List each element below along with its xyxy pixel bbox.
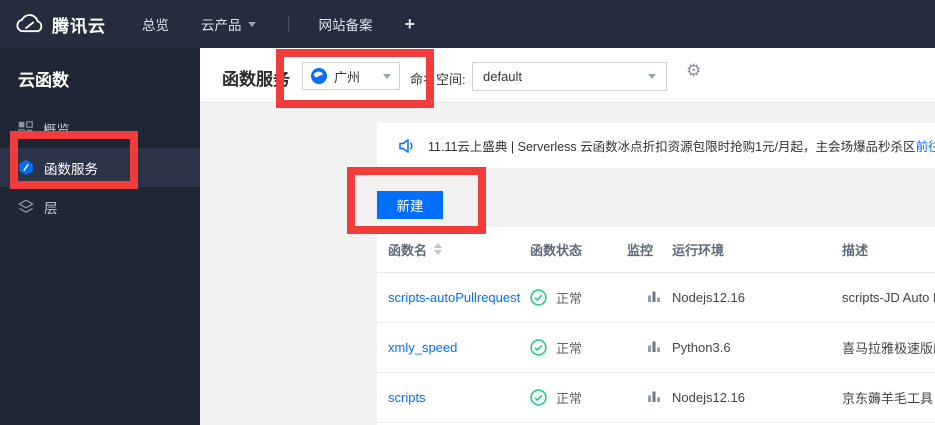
nav-item-website-record[interactable]: 网站备案: [319, 14, 373, 34]
table-row: scripts-autoPullrequest 正常 Nodejs12.16 s…: [377, 272, 935, 323]
table-row: xmly_speed 正常 Python3.6 喜马拉雅极速版: [377, 322, 935, 373]
description-value: scripts-JD Auto Pull: [842, 272, 935, 323]
sidebar-item-layers[interactable]: 层: [0, 187, 200, 226]
table-row: scripts 正常 Nodejs12.16 京东薅羊毛工具: [377, 372, 935, 423]
check-circle-icon: [530, 338, 547, 356]
promo-notice-bar: 11.11云上盛典 | Serverless 云函数冰点折扣资源包限时抢购1元/…: [377, 123, 935, 168]
nav-divider: [287, 15, 289, 33]
notice-go-link[interactable]: 前往: [916, 136, 935, 155]
add-tab-button[interactable]: +: [405, 14, 416, 35]
table-header-row: 函数名 函数状态 监控 运行环境 描述: [377, 227, 935, 273]
sort-icon[interactable]: [434, 243, 443, 256]
monitor-chart-icon[interactable]: [647, 339, 661, 353]
nav-item-cloud-products[interactable]: 云产品: [201, 14, 256, 34]
check-circle-icon: [530, 288, 547, 306]
namespace-label: 命名空间:: [410, 72, 466, 87]
gear-icon[interactable]: ⚙: [686, 61, 701, 81]
region-selector[interactable]: 广州: [302, 62, 400, 90]
col-description: 描述: [842, 227, 935, 273]
function-name-link[interactable]: xmly_speed: [388, 340, 457, 355]
runtime-value: Nodejs12.16: [672, 372, 842, 423]
col-function-name: 函数名: [388, 242, 428, 258]
monitor-chart-icon[interactable]: [647, 289, 661, 303]
col-runtime: 运行环境: [672, 227, 842, 273]
sidebar-item-overview[interactable]: 概览: [0, 109, 200, 148]
col-monitor: 监控: [627, 227, 672, 273]
chevron-down-icon: [383, 73, 391, 79]
globe-icon: [311, 68, 327, 84]
nav-item-overview[interactable]: 总览: [142, 14, 169, 34]
chevron-down-icon: [247, 21, 256, 27]
tencent-cloud-logo[interactable]: 腾讯云: [14, 12, 106, 37]
status-badge: 正常: [530, 388, 627, 407]
cloud-logo-icon: [14, 13, 44, 35]
scf-hexagon-icon: [18, 159, 34, 176]
function-table-card: 函数名 函数状态 监控 运行环境 描述 scripts-autoPullrequ…: [377, 227, 935, 425]
sidebar-item-function-service[interactable]: 函数服务: [0, 148, 200, 187]
page-header: 函数服务 广州 命名空间: default ⚙: [200, 48, 935, 103]
notice-text: 11.11云上盛典 | Serverless 云函数冰点折扣资源包限时抢购1元/…: [428, 140, 916, 154]
runtime-value: Python3.6: [672, 322, 842, 373]
function-table: 函数名 函数状态 监控 运行环境 描述 scripts-autoPullrequ…: [377, 227, 935, 423]
status-badge: 正常: [530, 338, 627, 357]
layers-icon: [18, 199, 34, 214]
sidebar-menu: 概览 函数服务 层: [0, 109, 200, 226]
grid-icon: [18, 121, 33, 136]
monitor-chart-icon[interactable]: [647, 389, 661, 403]
function-name-link[interactable]: scripts-autoPullrequest: [388, 290, 520, 305]
page-title: 函数服务: [222, 70, 290, 89]
namespace-selector[interactable]: default: [472, 62, 667, 91]
sidebar: 云函数 概览 函数服务 层: [0, 48, 200, 425]
runtime-value: Nodejs12.16: [672, 272, 842, 323]
main-content: 11.11云上盛典 | Serverless 云函数冰点折扣资源包限时抢购1元/…: [200, 104, 935, 425]
create-function-button[interactable]: 新建: [377, 191, 443, 219]
description-value: 京东薅羊毛工具: [842, 372, 935, 423]
topbar: 腾讯云 总览 云产品 网站备案 +: [0, 0, 935, 48]
col-function-status: 函数状态: [530, 227, 627, 273]
check-circle-icon: [530, 388, 547, 406]
chevron-down-icon: [648, 74, 656, 79]
plus-icon: +: [404, 13, 416, 34]
status-badge: 正常: [530, 288, 627, 307]
function-name-link[interactable]: scripts: [388, 390, 426, 405]
brand-name: 腾讯云: [52, 16, 106, 36]
region-label: 广州: [334, 69, 361, 85]
sidebar-title: 云函数: [18, 71, 69, 90]
description-value: 喜马拉雅极速版刷: [842, 322, 935, 373]
top-navigation: 总览 云产品 网站备案 +: [142, 14, 447, 35]
namespace-value: default: [483, 69, 523, 84]
announcement-horn-icon: [398, 138, 416, 154]
